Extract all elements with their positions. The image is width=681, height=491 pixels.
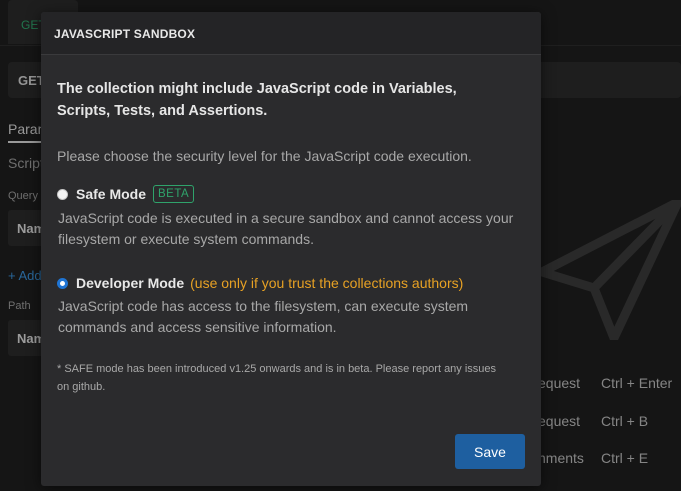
save-button[interactable]: Save: [455, 434, 525, 469]
safe-mode-option[interactable]: Safe Mode BETA: [57, 185, 195, 203]
safe-mode-label[interactable]: Safe Mode: [76, 186, 146, 202]
safe-mode-description: JavaScript code is executed in a secure …: [58, 210, 514, 247]
safe-mode-radio[interactable]: [57, 188, 68, 200]
beta-badge: BETA: [153, 185, 195, 203]
developer-mode-option[interactable]: Developer Mode (use only if you trust th…: [57, 275, 463, 291]
developer-mode-radio[interactable]: [57, 277, 68, 289]
javascript-sandbox-modal: JAVASCRIPT SANDBOX The collection might …: [41, 12, 541, 486]
modal-title: JAVASCRIPT SANDBOX: [54, 27, 196, 41]
developer-mode-description: JavaScript code has access to the filesy…: [58, 298, 469, 335]
choose-prompt: Please choose the security level for the…: [57, 148, 472, 164]
modal-header: JAVASCRIPT SANDBOX: [41, 12, 541, 55]
safe-mode-note: * SAFE mode has been introduced v1.25 on…: [57, 363, 497, 393]
developer-mode-warning: (use only if you trust the collections a…: [190, 275, 464, 291]
developer-mode-label[interactable]: Developer Mode: [76, 275, 184, 291]
intro-text: The collection might include JavaScript …: [57, 81, 457, 119]
